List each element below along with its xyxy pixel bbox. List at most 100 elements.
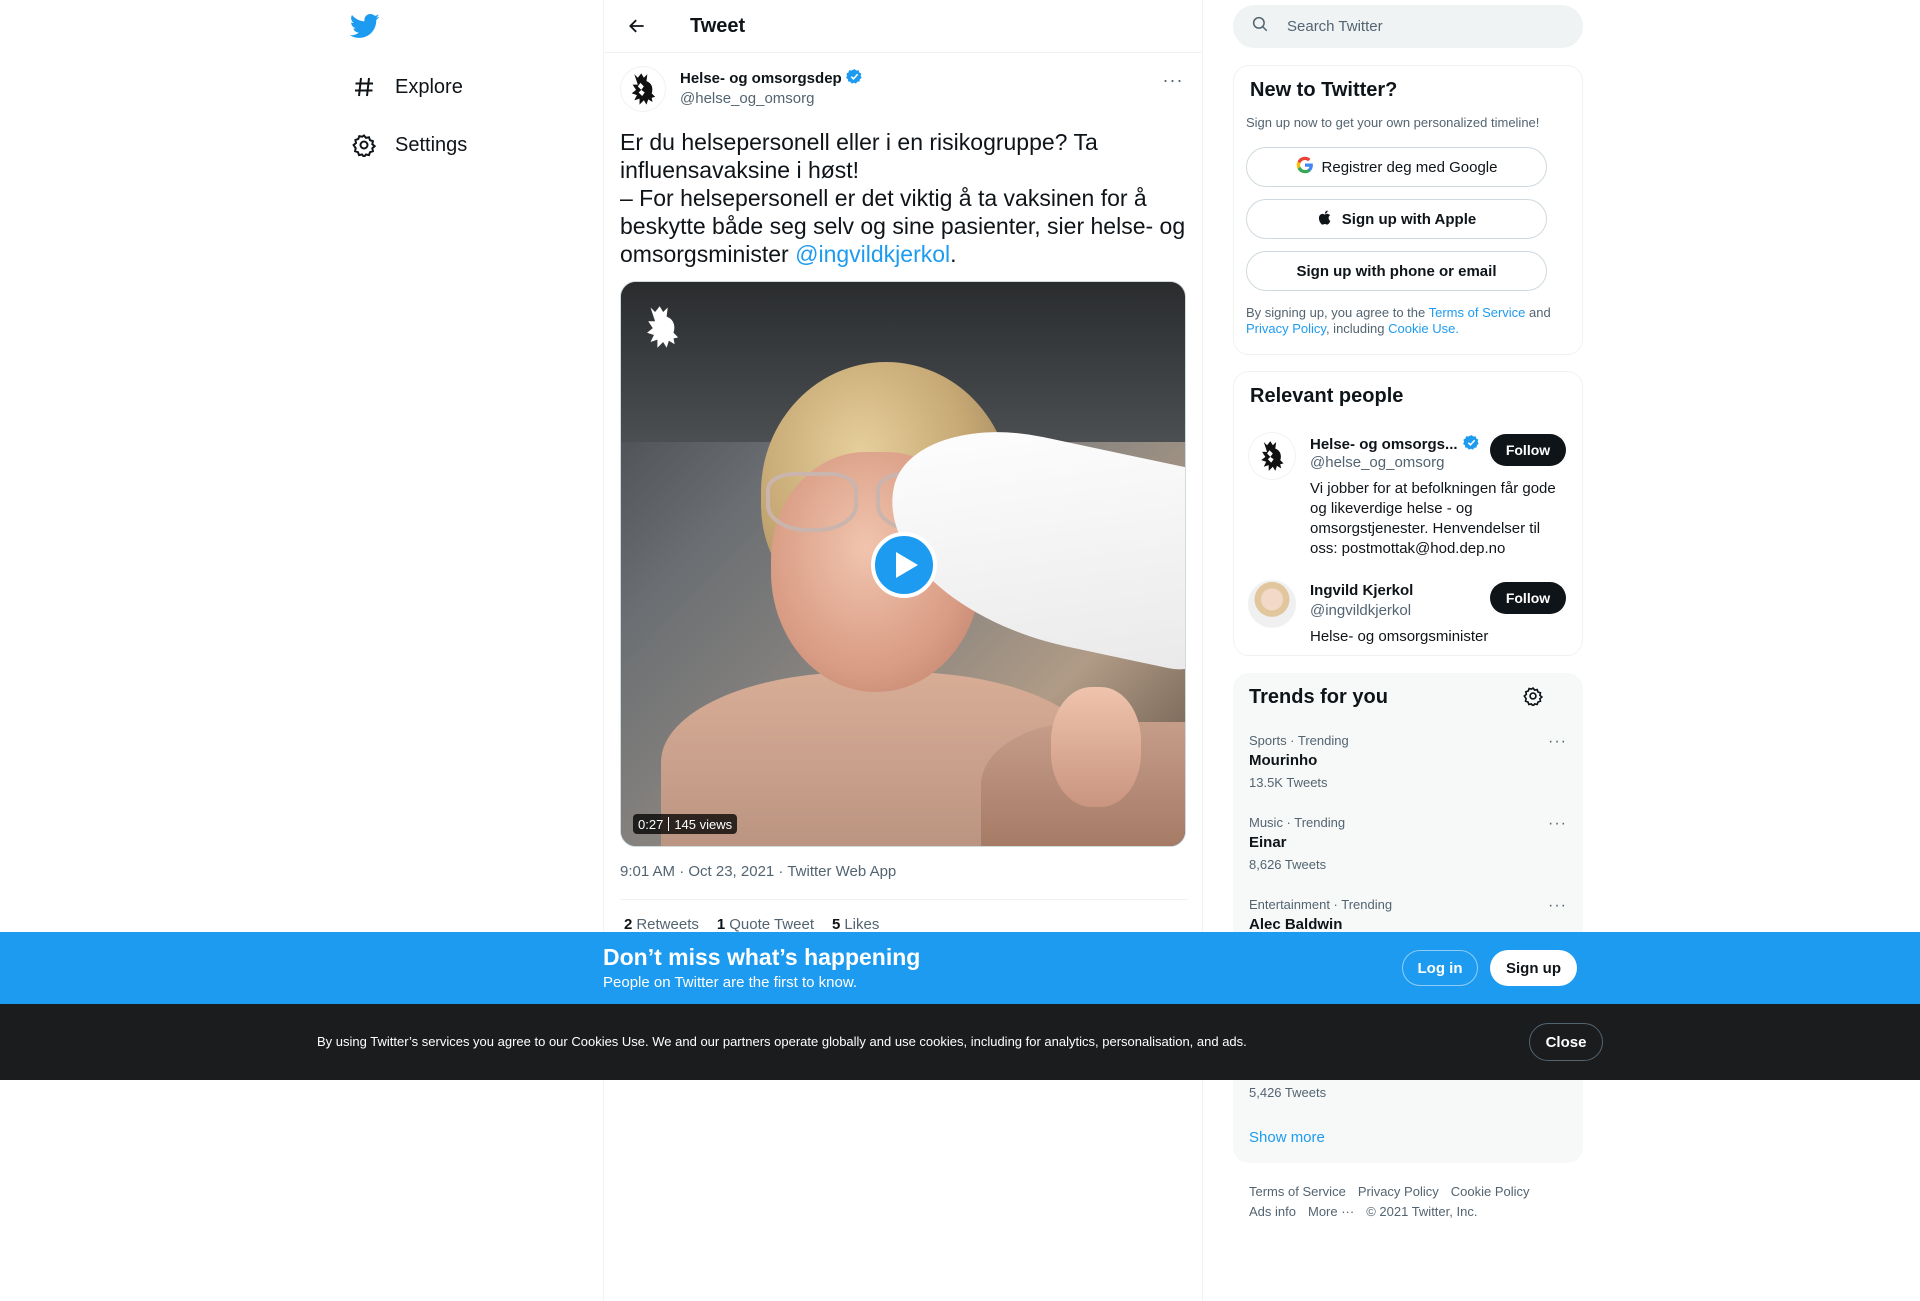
author-handle[interactable]: @helse_og_omsorg <box>680 90 814 107</box>
trend-count: 13.5K Tweets <box>1249 775 1328 790</box>
apple-signup-button[interactable]: Sign up with Apple <box>1246 199 1547 239</box>
person-name[interactable]: Helse- og omsorgs... <box>1310 434 1480 455</box>
signup-card: New to Twitter? Sign up now to get your … <box>1233 65 1583 355</box>
trend-item[interactable]: 5,426 Tweets <box>1249 1085 1567 1105</box>
retweets-label: Retweets <box>636 916 699 933</box>
tweet-timestamp[interactable]: 9:01 AM · Oct 23, 2021 · Twitter Web App <box>620 863 896 880</box>
legal-text-1: By signing up, you agree to the <box>1246 305 1429 320</box>
cookie-consent-bar: By using Twitter’s services you agree to… <box>0 1004 1920 1080</box>
tweet-author: Helse- og omsorgsdep @helse_og_omsorg ··… <box>620 66 1188 112</box>
person-avatar[interactable] <box>1248 432 1296 480</box>
author-name[interactable]: Helse- og omsorgsdep <box>680 68 863 89</box>
quotes-label: Quote Tweet <box>729 916 814 933</box>
retweets-count: 2 <box>624 916 633 933</box>
person-name-text: Helse- og omsorgs... <box>1310 436 1458 453</box>
video-duration: 0:27 <box>638 816 664 832</box>
relevant-title: Relevant people <box>1250 385 1404 407</box>
gear-icon[interactable] <box>1523 686 1545 708</box>
video-crest-icon <box>647 306 679 348</box>
more-options-icon[interactable]: ··· <box>1548 733 1567 751</box>
video-glasses-left <box>766 472 858 532</box>
apple-signup-label: Sign up with Apple <box>1341 210 1477 228</box>
terms-link[interactable]: Terms of Service <box>1429 305 1526 320</box>
hashtag-icon <box>350 73 378 101</box>
person-handle[interactable]: @helse_og_omsorg <box>1310 454 1444 471</box>
twitter-logo-icon[interactable] <box>349 11 380 41</box>
search-input[interactable]: Search Twitter <box>1287 18 1383 35</box>
trend-count: 5,426 Tweets <box>1249 1085 1327 1100</box>
video-metadata: 0:27 145 views <box>633 814 738 834</box>
phone-signup-label: Sign up with phone or email <box>1296 262 1497 280</box>
tweet-column: Tweet Helse- og omsorgsdep @helse_og_oms… <box>603 0 1203 1301</box>
video-views: 145 views <box>674 816 733 832</box>
page-title: Tweet <box>690 14 746 37</box>
retweets-stat[interactable]: 2 Retweets <box>624 916 699 933</box>
google-icon <box>1296 156 1314 178</box>
trend-count: 8,626 Tweets <box>1249 857 1327 872</box>
footer-ads[interactable]: Ads info <box>1249 1204 1296 1219</box>
search-icon <box>1251 15 1269 38</box>
follow-button[interactable]: Follow <box>1490 434 1566 466</box>
trend-item[interactable]: Sports · Trending Mourinho 13.5K Tweets … <box>1249 733 1567 813</box>
nav-settings[interactable]: Settings <box>350 120 467 170</box>
nav-settings-label: Settings <box>395 133 468 156</box>
trend-name: Mourinho <box>1249 752 1318 769</box>
likes-label: Likes <box>844 916 880 933</box>
signup-button[interactable]: Sign up <box>1490 950 1577 986</box>
person-name[interactable]: Ingvild Kjerkol <box>1310 582 1413 599</box>
norway-lion-crest-icon <box>1261 441 1284 471</box>
show-more-link[interactable]: Show more <box>1249 1129 1325 1146</box>
more-options-icon[interactable]: ··· <box>1548 897 1567 915</box>
banner-subtitle: People on Twitter are the first to know. <box>603 974 858 991</box>
relevant-people-card: Relevant people Helse- og omsorgs... @he… <box>1233 371 1583 656</box>
verified-badge-icon <box>845 68 863 89</box>
norway-lion-crest-icon <box>631 73 656 105</box>
back-arrow-icon[interactable] <box>620 9 654 43</box>
tweet-text: Er du helsepersonell eller i en risikogr… <box>620 128 1188 268</box>
cookie-link[interactable]: Cookie Use. <box>1388 321 1459 336</box>
signup-subtitle: Sign up now to get your own personalized… <box>1246 115 1540 130</box>
footer-cookie[interactable]: Cookie Policy <box>1451 1184 1530 1199</box>
banner-title: Don’t miss what’s happening <box>603 944 921 970</box>
follow-button[interactable]: Follow <box>1490 582 1566 614</box>
google-signup-button[interactable]: Registrer deg med Google <box>1246 147 1547 187</box>
likes-stat[interactable]: 5 Likes <box>832 916 879 933</box>
phone-email-signup-button[interactable]: Sign up with phone or email <box>1246 251 1547 291</box>
nav-explore[interactable]: Explore <box>350 62 463 112</box>
footer-privacy[interactable]: Privacy Policy <box>1358 1184 1439 1199</box>
trend-item[interactable]: Music · Trending Einar 8,626 Tweets ··· <box>1249 815 1567 895</box>
trend-name: Alec Baldwin <box>1249 916 1343 933</box>
footer-copyright: © 2021 Twitter, Inc. <box>1366 1204 1478 1219</box>
signup-legal: By signing up, you agree to the Terms of… <box>1246 305 1566 337</box>
close-button[interactable]: Close <box>1529 1023 1603 1061</box>
author-avatar[interactable] <box>620 66 666 112</box>
login-button[interactable]: Log in <box>1402 950 1478 986</box>
play-icon <box>896 552 918 578</box>
play-button[interactable] <box>871 532 937 598</box>
more-options-icon[interactable]: ··· <box>1158 70 1188 90</box>
more-options-icon[interactable]: ··· <box>1548 815 1567 833</box>
person-bio: Helse- og omsorgsminister <box>1310 628 1489 645</box>
person-bio: Vi jobber for at befolkningen får gode o… <box>1310 480 1556 557</box>
search-box[interactable]: Search Twitter <box>1233 5 1583 48</box>
login-banner: Don’t miss what’s happening People on Tw… <box>0 932 1920 1004</box>
trend-category: Entertainment · Trending <box>1249 897 1393 912</box>
quotes-stat[interactable]: 1 Quote Tweet <box>717 916 814 933</box>
privacy-link[interactable]: Privacy Policy <box>1246 321 1326 336</box>
footer-more[interactable]: More ··· <box>1308 1204 1354 1219</box>
person-handle[interactable]: @ingvildkjerkol <box>1310 602 1411 619</box>
tweet-video[interactable]: 0:27 145 views <box>620 281 1186 847</box>
legal-text-2: and <box>1525 305 1551 320</box>
person-avatar[interactable] <box>1248 580 1296 628</box>
gear-icon <box>350 131 378 159</box>
author-name-text: Helse- og omsorgsdep <box>680 70 842 87</box>
trends-title: Trends for you <box>1249 686 1388 708</box>
mention-link[interactable]: @ingvildkjerkol <box>795 241 950 267</box>
video-hand <box>1051 687 1141 807</box>
tweet-text-end: . <box>950 241 957 267</box>
footer-terms[interactable]: Terms of Service <box>1249 1184 1346 1199</box>
footer-links: Terms of Service Privacy Policy Cookie Pol… <box>1249 1182 1569 1222</box>
verified-badge-icon <box>1462 434 1480 455</box>
quotes-count: 1 <box>716 916 726 933</box>
trend-category: Sports · Trending <box>1249 733 1349 748</box>
